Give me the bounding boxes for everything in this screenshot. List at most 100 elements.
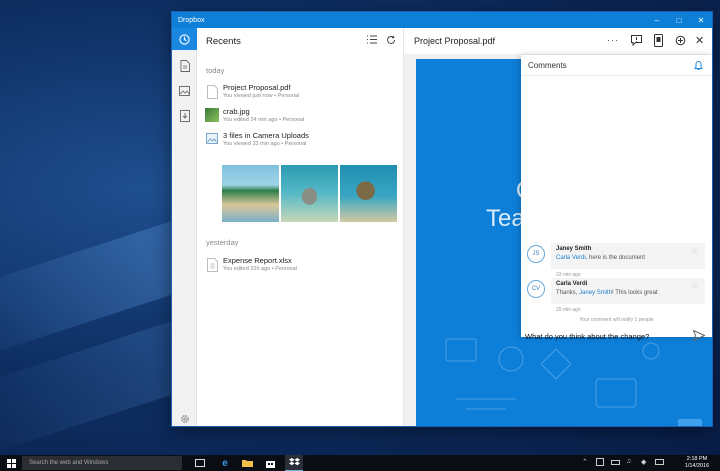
refresh-icon[interactable] (386, 35, 396, 45)
comments-header: Comments (521, 55, 712, 76)
comment-bubble: Carla Verdi Thanks, Janey Smith! This lo… (551, 278, 705, 304)
page-grid-button[interactable] (678, 419, 702, 426)
section-yesterday: yesterday (206, 238, 239, 247)
comment-text: Thanks, Janey Smith! This looks great (556, 290, 658, 296)
comment-body-prefix: Thanks, (556, 290, 580, 296)
send-icon[interactable] (693, 330, 705, 341)
task-view-icon (195, 459, 205, 467)
recents-header: Recents (197, 28, 404, 54)
task-view-button[interactable] (193, 455, 207, 471)
mention-link[interactable]: Janey Smith (579, 290, 612, 296)
explorer-button[interactable] (240, 455, 254, 471)
title-bar: Dropbox – □ ✕ (172, 12, 712, 28)
file-item[interactable]: Project Proposal.pdf You viewed just now… (205, 83, 400, 103)
keyboard-icon[interactable] (655, 459, 664, 465)
nav-offline[interactable] (172, 105, 197, 127)
taskbar-search[interactable]: Search the web and Windows (22, 456, 182, 470)
battery-icon[interactable] (611, 460, 620, 465)
section-today: today (206, 66, 225, 75)
gear-icon (180, 415, 189, 423)
nav-settings[interactable] (172, 408, 197, 426)
page-illustration (445, 338, 660, 410)
taskbar: Search the web and Windows e ⌃ ♫ ◆ 2:18 … (0, 455, 720, 471)
photo-thumbnail-shark[interactable] (281, 165, 338, 222)
avatar: JS (527, 245, 545, 263)
comment-icon[interactable] (631, 35, 642, 46)
store-icon (265, 460, 275, 468)
nav-photos[interactable] (172, 80, 197, 102)
window-title: Dropbox (178, 16, 205, 24)
photo-thumbnail-beach[interactable] (222, 165, 279, 222)
comment-author: Carla Verdi (556, 281, 588, 287)
page-heading-text: Tea (486, 205, 525, 232)
clock-icon (179, 33, 190, 45)
dropbox-window: Dropbox – □ ✕ Recents today Project Prop… (172, 12, 712, 426)
clock-time: 2:18 PM (686, 456, 708, 462)
edge-button[interactable]: e (218, 455, 232, 471)
spreadsheet-file-icon (207, 258, 218, 272)
comment-bubble: Janey Smith Carla Verdi, here is the doc… (551, 243, 705, 269)
share-icon[interactable] (675, 35, 686, 46)
mention-link[interactable]: Carla Verdi (556, 255, 586, 261)
file-name: 3 files in Camera Uploads (223, 131, 309, 140)
comment-time: 29 min ago (556, 307, 581, 313)
tray-chevron-icon[interactable]: ⌃ (582, 458, 588, 466)
document-title: Project Proposal.pdf (414, 36, 496, 46)
close-document-icon[interactable]: ✕ (695, 34, 704, 47)
dropbox-tray-icon[interactable]: ◆ (641, 458, 646, 466)
file-item[interactable]: Expense Report.xlsx You edited 22h ago •… (205, 256, 400, 276)
file-name: Expense Report.xlsx (223, 256, 292, 265)
file-name: Project Proposal.pdf (223, 83, 291, 92)
file-item[interactable]: 3 files in Camera Uploads You viewed 33 … (205, 131, 400, 151)
edge-icon: e (222, 457, 228, 469)
store-button[interactable] (263, 455, 277, 471)
maximize-button[interactable]: □ (668, 12, 690, 28)
file-meta: You viewed just now • Personal (223, 93, 300, 99)
dropbox-icon (288, 458, 300, 466)
comment-body: ! This looks great (612, 290, 658, 296)
file-item[interactable]: crab.jpg You edited 24 min ago • Persona… (205, 107, 400, 127)
comment-text: Carla Verdi, here is the document (556, 255, 645, 261)
clock-date: 1/14/2016 (684, 463, 710, 469)
comment-input[interactable]: What do you think about the change? (521, 330, 712, 341)
nav-files[interactable] (172, 55, 197, 77)
offline-files-icon (179, 110, 190, 122)
photos-icon (206, 133, 218, 144)
close-button[interactable]: ✕ (690, 12, 712, 28)
nav-recents[interactable] (172, 28, 197, 50)
clock[interactable]: 2:18 PM 1/14/2016 (682, 456, 712, 470)
start-button[interactable] (4, 455, 18, 471)
notify-hint: Your comment will notify 1 people (579, 317, 654, 323)
folder-icon (241, 460, 253, 467)
file-meta: You edited 22h ago • Personal (223, 266, 297, 272)
more-options-button[interactable]: ··· (607, 35, 619, 45)
device-icon[interactable] (654, 34, 663, 47)
star-icon[interactable]: ☆ (691, 246, 698, 255)
notification-bell-icon[interactable] (694, 61, 703, 71)
recents-title: Recents (206, 35, 241, 47)
comment-input-text: What do you think about the change? (525, 331, 650, 341)
recents-panel: Recents today Project Proposal.pdf You v… (197, 28, 404, 426)
star-icon[interactable]: ☆ (691, 281, 698, 290)
pdf-file-icon (207, 85, 218, 99)
file-meta: You edited 24 min ago • Personal (223, 117, 305, 123)
minimize-button[interactable]: – (646, 12, 668, 28)
photo-thumbnail-turtle[interactable] (340, 165, 397, 222)
viewer-header: Project Proposal.pdf ··· ✕ (404, 28, 712, 54)
windows-logo-icon (6, 458, 16, 468)
network-icon[interactable] (596, 458, 604, 466)
photo-thumbnails (222, 165, 397, 222)
file-name: crab.jpg (223, 107, 250, 116)
taskbar-search-placeholder: Search the web and Windows (29, 460, 109, 466)
volume-icon[interactable]: ♫ (626, 458, 631, 465)
file-meta: You viewed 33 min ago • Personal (223, 141, 307, 147)
document-icon (180, 60, 190, 72)
photo-icon (179, 86, 190, 96)
comment-author: Janey Smith (556, 246, 592, 252)
comment-body: , here is the document (585, 255, 646, 261)
list-view-icon[interactable] (367, 35, 377, 44)
dropbox-taskbar-button[interactable] (285, 455, 303, 471)
left-nav-rail (172, 28, 197, 426)
comments-title: Comments (528, 60, 567, 70)
comments-panel: Comments JS Janey Smith Carla Verdi, her… (521, 55, 712, 341)
